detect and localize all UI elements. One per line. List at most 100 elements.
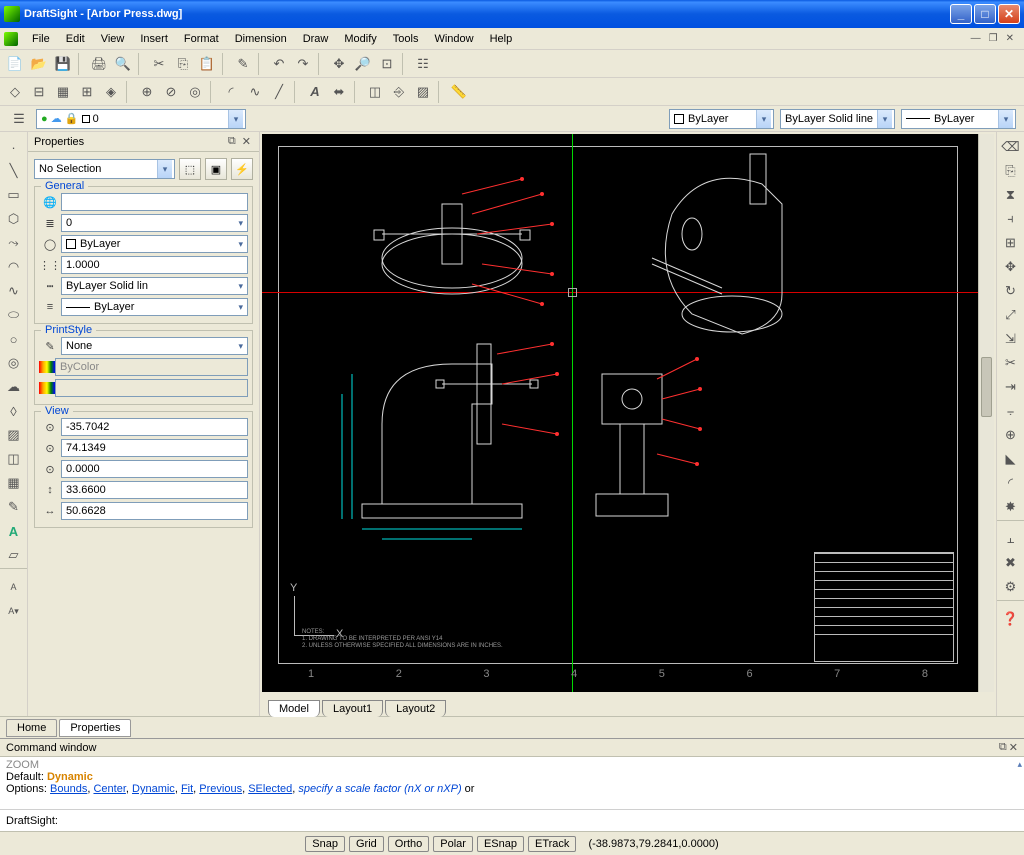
view-y-field[interactable]: 74.1349 [61,439,248,457]
color-combo[interactable]: ByLayer [669,109,774,129]
ring-tool-icon[interactable]: ◎ [3,352,25,374]
polyline-tool-icon[interactable]: ⤳ [3,232,25,254]
snap-grid-icon[interactable]: ▦ [52,81,74,103]
circle-center-icon[interactable]: ⊕ [136,81,158,103]
polygon-tool-icon[interactable]: ⬡ [3,208,25,230]
spline-tool-icon[interactable]: ∿ [3,280,25,302]
cmd-option-selected[interactable]: SElected [248,783,292,795]
lineweight-combo[interactable]: ByLayer [901,109,1016,129]
simplenote-tool-icon[interactable]: A▾ [3,600,25,622]
maximize-button[interactable]: □ [974,4,996,24]
prop-lineweight-field[interactable]: ByLayer [61,298,248,316]
print-button[interactable]: 🖨 [88,53,110,75]
drawing-canvas[interactable]: YX NOTES:1. DRAWING TO BE INTERPRETED PE… [262,134,994,692]
offset-tool-icon[interactable]: ⫞ [1000,208,1022,230]
cmd-option-previous[interactable]: Previous [199,783,242,795]
cloud-tool-icon[interactable]: ☁ [3,376,25,398]
scale-tool-icon[interactable]: ⤢ [1000,304,1022,326]
properties-close-button[interactable]: ✕ [240,135,253,148]
sheet-tab-model[interactable]: Model [268,700,320,717]
copy-button[interactable]: ⎘ [172,53,194,75]
point-tool-icon[interactable]: · [3,136,25,158]
layer-manager-button[interactable]: ☰ [8,108,30,130]
mirror-tool-icon[interactable]: ⧗ [1000,184,1022,206]
array-tool-icon[interactable]: ⊞ [1000,232,1022,254]
prop-linetype-field[interactable]: ByLayer Solid lin [61,277,248,295]
chamfer-tool-icon[interactable]: ◣ [1000,448,1022,470]
status-snap-button[interactable]: Snap [305,836,345,852]
menu-file[interactable]: File [24,31,58,47]
status-etrack-button[interactable]: ETrack [528,836,576,852]
menu-view[interactable]: View [93,31,133,47]
prop-color-field[interactable]: ByLayer [61,235,248,253]
cmd-close-button[interactable]: ✕ [1009,741,1018,754]
region-tool-icon[interactable]: ◊ [3,400,25,422]
prop-printstyle-field[interactable]: None [61,337,248,355]
prop-layer-field[interactable]: 0 [61,214,248,232]
stretch-tool-icon[interactable]: ⇲ [1000,328,1022,350]
selection-combo[interactable]: No Selection [34,159,175,179]
rotate-tool-icon[interactable]: ↻ [1000,280,1022,302]
paste-button[interactable]: 📋 [196,53,218,75]
trim-tool-icon[interactable]: ✂ [1000,352,1022,374]
spline-icon[interactable]: ∿ [244,81,266,103]
mtext-tool-icon[interactable]: A [3,520,25,542]
command-input[interactable]: DraftSight: [0,809,1024,831]
doc-restore-button[interactable]: ❐ [987,33,1000,44]
block-button[interactable]: ◫ [364,81,386,103]
fillet-tool-icon[interactable]: ◜ [1000,472,1022,494]
help-tool-icon[interactable]: ❓ [1000,608,1022,630]
menu-tools[interactable]: Tools [385,31,427,47]
menu-window[interactable]: Window [426,31,481,47]
sheet-tab-layout1[interactable]: Layout1 [322,700,383,717]
cmd-option-dynamic[interactable]: Dynamic [132,783,175,795]
brush-button[interactable]: ✎ [232,53,254,75]
menu-insert[interactable]: Insert [132,31,176,47]
linetype-combo[interactable]: ByLayer Solid line [780,109,895,129]
table-tool-icon[interactable]: ▦ [3,472,25,494]
snap-midpoint-icon[interactable]: ⊟ [28,81,50,103]
hatch-button[interactable]: ▨ [412,81,434,103]
arc-icon[interactable]: ◜ [220,81,242,103]
close-button[interactable]: ✕ [998,4,1020,24]
menu-draw[interactable]: Draw [295,31,337,47]
tab-properties[interactable]: Properties [59,719,131,737]
quick-select-button[interactable]: ⚡ [231,158,253,180]
snap-ext-icon[interactable]: ◈ [100,81,122,103]
pline-icon[interactable]: ╱ [268,81,290,103]
options-tool-icon[interactable]: ⚙ [1000,576,1022,598]
properties-dock-button[interactable]: ⧉ [226,135,238,148]
tab-home[interactable]: Home [6,719,57,737]
new-button[interactable]: 📄 [4,53,26,75]
pickadd-button[interactable]: ⬚ [179,158,201,180]
open-button[interactable]: 📂 [28,53,50,75]
doc-close-button[interactable]: ✕ [1004,33,1016,44]
insert-block-button[interactable]: ⎆ [388,81,410,103]
text-tool-icon[interactable]: A [3,576,25,598]
line-tool-icon[interactable]: ╲ [3,160,25,182]
doc-minimize-button[interactable]: — [969,33,983,44]
menu-dimension[interactable]: Dimension [227,31,295,47]
print-preview-button[interactable]: 🔍 [112,53,134,75]
hyperlink-field[interactable] [61,193,248,211]
menu-edit[interactable]: Edit [58,31,93,47]
circle-3p-icon[interactable]: ◎ [184,81,206,103]
select-objects-button[interactable]: ▣ [205,158,227,180]
view-h-field[interactable]: 33.6600 [61,481,248,499]
status-ortho-button[interactable]: Ortho [388,836,430,852]
join-tool-icon[interactable]: ⊕ [1000,424,1022,446]
sheet-tab-layout2[interactable]: Layout2 [385,700,446,717]
save-button[interactable]: 💾 [52,53,74,75]
properties-toggle-button[interactable]: ☷ [412,53,434,75]
circle-tool-icon[interactable]: ○ [3,328,25,350]
block-tool-icon[interactable]: ◫ [3,448,25,470]
view-z-field[interactable]: 0.0000 [61,460,248,478]
hatch-tool-icon[interactable]: ▨ [3,424,25,446]
arc-tool-icon[interactable]: ◠ [3,256,25,278]
extend-tool-icon[interactable]: ⇥ [1000,376,1022,398]
zoom-window-button[interactable]: ⊡ [376,53,398,75]
cmd-option-center[interactable]: Center [93,783,125,795]
canvas-scrollbar-v[interactable] [978,134,994,692]
snap-polar-icon[interactable]: ⊞ [76,81,98,103]
redo-button[interactable]: ↷ [292,53,314,75]
